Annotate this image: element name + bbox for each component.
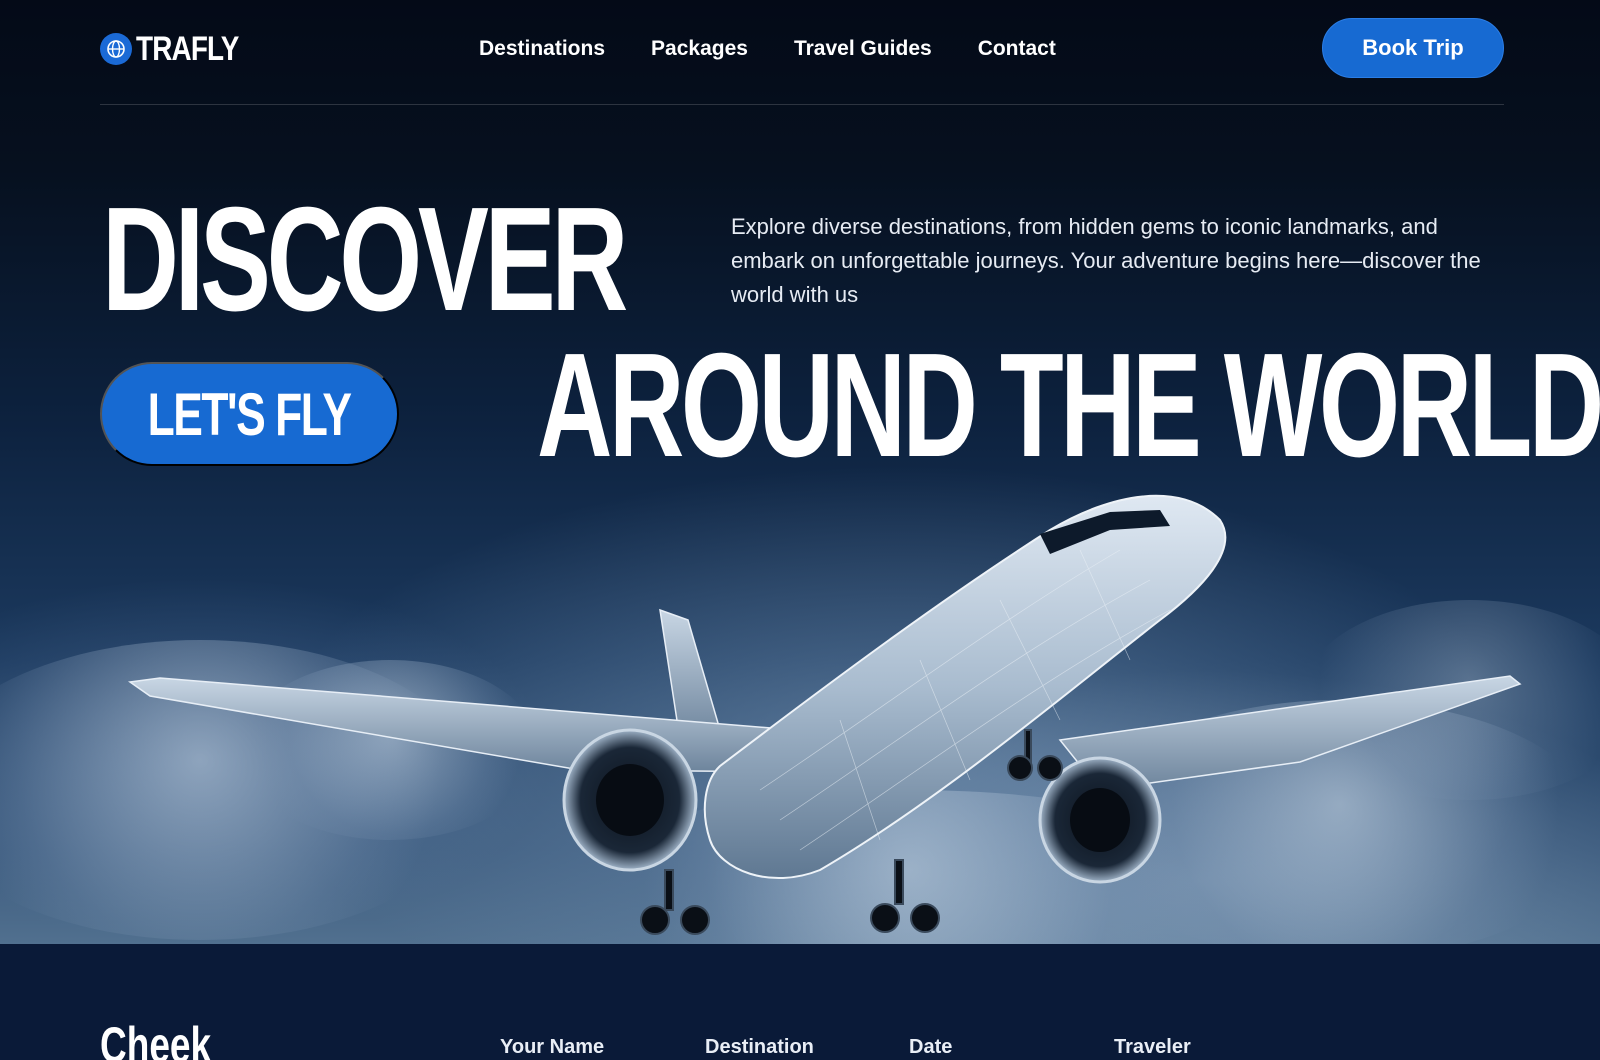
hero-headline-around-the-world: AROUND THE WORLD: [537, 323, 1600, 488]
nav-link-contact[interactable]: Contact: [978, 37, 1056, 61]
lets-fly-button[interactable]: LET'S FLY: [100, 362, 399, 466]
booking-title: Cheek: [100, 1017, 212, 1060]
hero-headline-discover: DISCOVER: [102, 177, 628, 342]
field-label-date: Date: [909, 1036, 953, 1058]
brand-logo[interactable]: TRAFLY: [100, 30, 261, 69]
lets-fly-label: LET'S FLY: [148, 380, 352, 448]
top-navbar: TRAFLY Destinations Packages Travel Guid…: [100, 18, 1504, 80]
airplane-illustration: [127, 494, 1522, 935]
nav-link-packages[interactable]: Packages: [651, 37, 748, 61]
field-label-destination: Destination: [705, 1036, 814, 1058]
nav-divider: [100, 104, 1504, 105]
nav-link-destinations[interactable]: Destinations: [479, 37, 605, 61]
nav-link-travel-guides[interactable]: Travel Guides: [794, 37, 932, 61]
field-label-traveler: Traveler: [1114, 1036, 1191, 1058]
nav-links: Destinations Packages Travel Guides Cont…: [479, 18, 1056, 80]
hero-intro-text: Explore diverse destinations, from hidde…: [731, 214, 1481, 307]
booking-section: Cheek Your Name Destination Date Travele…: [0, 944, 1600, 1060]
brand-name: TRAFLY: [136, 29, 239, 68]
field-label-your-name: Your Name: [500, 1036, 605, 1058]
book-trip-button[interactable]: Book Trip: [1322, 18, 1504, 78]
globe-icon: [100, 33, 132, 65]
